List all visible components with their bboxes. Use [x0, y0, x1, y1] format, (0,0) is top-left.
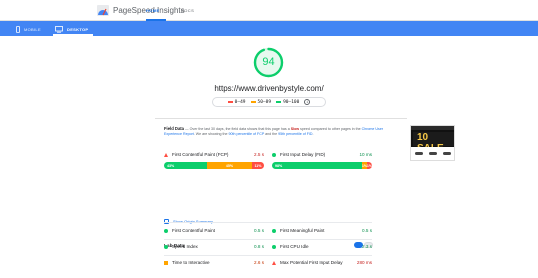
pagespeed-logo-icon	[97, 5, 109, 16]
field-metric-fcp-value: 2.5 s	[254, 152, 264, 157]
tab-mobile-label: MOBILE	[24, 26, 41, 32]
legend-average: 50–89	[250, 100, 271, 105]
report-card: 94 https://www.drivenbystyle.com/ 0–49 5…	[0, 36, 538, 278]
lab-metric-fci: First CPU Idle	[272, 244, 309, 249]
distribution-segment: 98%	[272, 162, 362, 169]
tab-desktop[interactable]: DESKTOP	[55, 24, 88, 34]
performance-score-value: 94	[262, 56, 275, 68]
fcp-percentile-link[interactable]: 90th percentile of FCP	[228, 132, 264, 136]
tab-docs[interactable]: DOCS	[181, 8, 194, 13]
slow-triangle-icon	[164, 152, 168, 157]
analyzed-url: https://www.drivenbystyle.com/	[214, 84, 324, 93]
lab-metric-fcp-value: 0.5 s	[254, 228, 264, 233]
distribution-segment: 43%	[164, 162, 207, 169]
lab-metric-si: Speed Index	[164, 244, 198, 249]
good-swatch-icon	[276, 101, 282, 103]
performance-score-gauge: 94	[253, 47, 284, 78]
score-legend: 0–49 50–89 90–100 i	[212, 97, 326, 107]
distribution-segment: 1%	[366, 162, 372, 169]
phone-icon	[16, 25, 20, 33]
lab-metric-tti-value: 2.6 s	[254, 260, 264, 265]
distribution-segment: 11%	[252, 162, 264, 169]
lab-metric-si-value: 0.8 s	[254, 244, 264, 249]
lab-metric-fmp-value: 0.5 s	[362, 228, 372, 233]
tab-desktop-label: DESKTOP	[67, 26, 89, 32]
lab-metric-fmp: First Meaningful Paint	[272, 228, 324, 233]
fid-percentile-link[interactable]: 95th percentile of FID	[278, 132, 312, 136]
field-metric-fid: First Input Delay (FID)	[272, 152, 325, 157]
tab-home[interactable]: HOME	[146, 8, 160, 13]
tab-mobile[interactable]: MOBILE	[16, 24, 41, 34]
lab-row-divider	[164, 239, 372, 240]
good-circle-icon	[164, 244, 168, 249]
lab-metric-tti: Time to Interactive	[164, 260, 210, 265]
average-square-icon	[164, 260, 168, 265]
lab-metric-fci-value: 2.3 s	[362, 244, 372, 249]
lab-divider-top	[164, 222, 372, 223]
speed-category: Slow	[290, 127, 300, 131]
legend-good: 90–100	[276, 100, 299, 105]
good-circle-icon	[164, 228, 168, 233]
lab-metric-mpfid-value: 280 ms	[356, 260, 372, 265]
app-header: PageSpeed Insights HOME DOCS	[0, 0, 538, 21]
monitor-icon	[55, 25, 63, 33]
fid-distribution-bar: 98% 1% 1%	[272, 162, 372, 169]
field-data-description: Field Data — Over the last 30 days, the …	[164, 126, 384, 137]
distribution-segment: 45%	[207, 162, 252, 169]
lab-metric-mpfid: Max Potential First Input Delay	[272, 260, 343, 265]
poor-triangle-icon	[272, 260, 276, 265]
lab-metric-fcp: First Contentful Paint	[164, 228, 215, 233]
field-metric-fcp: First Contentful Paint (FCP)	[164, 152, 228, 157]
good-circle-icon	[272, 228, 276, 233]
page-screenshot-thumbnail: 10 SALE	[410, 125, 455, 161]
info-icon[interactable]: i	[304, 99, 311, 105]
fast-circle-icon	[272, 152, 276, 157]
fcp-distribution-bar: 43% 45% 11%	[164, 162, 264, 169]
average-swatch-icon	[250, 101, 256, 103]
field-metric-fid-value: 10 ms	[359, 152, 372, 157]
poor-swatch-icon	[227, 101, 233, 103]
section-divider	[155, 118, 407, 119]
field-data-title: Field Data	[164, 126, 185, 131]
good-circle-icon	[272, 244, 276, 249]
legend-poor: 0–49	[227, 100, 246, 105]
lab-row-divider	[164, 255, 372, 256]
